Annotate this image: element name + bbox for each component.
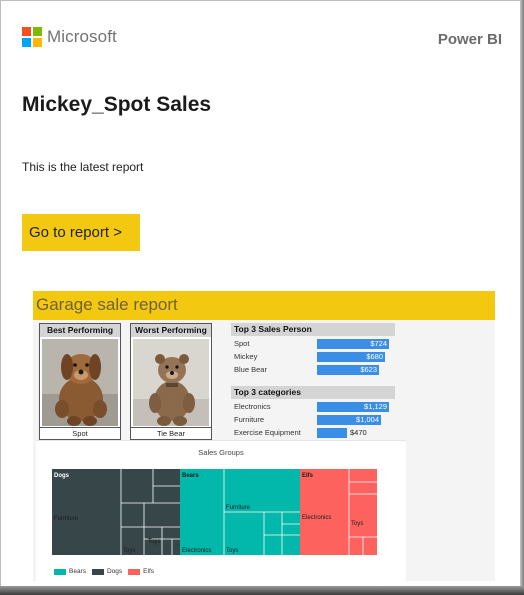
treemap-group-dogs bbox=[52, 469, 180, 555]
treemap-legend: Bears Dogs Elfs bbox=[54, 568, 154, 575]
teddy-bear-photo bbox=[133, 339, 209, 426]
treemap-label-dogs-toys-2: Toys bbox=[148, 539, 160, 545]
treemap-label-bears-toys: Toys bbox=[226, 548, 238, 554]
sales-person-label: Mickey bbox=[234, 352, 258, 361]
legend-swatch bbox=[91, 568, 104, 575]
worst-performing-card: Worst Performing Tie Bear bbox=[130, 323, 212, 440]
treemap-label-dogs: Dogs bbox=[54, 473, 70, 479]
report-title: Garage sale report bbox=[36, 295, 178, 314]
sales-person-row: Mickey $680 bbox=[231, 351, 395, 363]
treemap-label-bears: Bears bbox=[182, 473, 199, 479]
top-categories-chart: Top 3 categories Electronics $1,129 Furnit… bbox=[231, 386, 395, 438]
legend-item-elfs: Elfs bbox=[128, 568, 154, 575]
treemap-label-elfs: Elfs bbox=[302, 473, 314, 479]
legend-label: Bears bbox=[69, 568, 86, 575]
window-edge bbox=[0, 586, 524, 595]
product-name: Power BI bbox=[437, 31, 502, 48]
legend-swatch bbox=[54, 568, 66, 575]
category-label: Electronics bbox=[234, 402, 271, 411]
email-body-text: This is the latest report bbox=[22, 160, 144, 174]
category-value-label: $470 bbox=[350, 428, 367, 437]
window-edge bbox=[520, 0, 524, 595]
category-bar bbox=[317, 428, 347, 438]
category-label: Exercise Equipment bbox=[234, 428, 301, 437]
microsoft-logo: Microsoft bbox=[22, 27, 117, 47]
best-performing-name: Spot bbox=[40, 427, 120, 439]
legend-label: Dogs bbox=[106, 568, 123, 575]
brand-name: Microsoft bbox=[47, 27, 117, 46]
top-sales-person-chart: Top 3 Sales Person Spot $724 Mickey $680 Blu… bbox=[231, 323, 395, 375]
sales-person-value-label: $724 bbox=[370, 339, 387, 348]
sales-person-label: Spot bbox=[234, 339, 250, 348]
best-performing-card: Best Performing Spot bbox=[39, 323, 121, 440]
email-frame: Microsoft Power BI Mickey_Spot Sales Thi… bbox=[0, 0, 521, 587]
report-snapshot[interactable]: Garage sale report Best Performing Spot … bbox=[33, 291, 495, 582]
treemap-label-dogs-furniture: Furniture bbox=[54, 516, 79, 522]
category-value-label: $1,004 bbox=[356, 415, 379, 424]
best-performing-heading: Best Performing bbox=[40, 324, 120, 337]
legend-swatch bbox=[128, 568, 141, 575]
sales-person-row: Spot $724 bbox=[231, 338, 395, 350]
teddy-dog-photo bbox=[42, 339, 118, 426]
worst-performing-name: Tie Bear bbox=[131, 427, 211, 439]
sales-person-label: Blue Bear bbox=[234, 365, 267, 374]
category-label: Furniture bbox=[234, 415, 265, 424]
sales-groups-treemap: Sales Groups Dogs Furniture Toys Toys Be… bbox=[36, 440, 406, 582]
treemap-area: Dogs Furniture Toys Toys Bears Furniture… bbox=[52, 469, 377, 555]
treemap-label-elfs-electronics: Electronics bbox=[302, 515, 331, 521]
sales-person-row: Blue Bear $623 bbox=[231, 364, 395, 376]
category-row: Electronics $1,129 bbox=[231, 401, 395, 413]
treemap-label-bears-electronics: Electronics bbox=[182, 548, 211, 554]
legend-item-dogs: Dogs bbox=[91, 568, 123, 575]
category-row: Furniture $1,004 bbox=[231, 414, 395, 426]
legend-item-bears: Bears bbox=[54, 568, 86, 575]
microsoft-squares-icon bbox=[22, 27, 42, 47]
report-canvas: Best Performing Spot Worst Performing Ti… bbox=[33, 320, 495, 582]
sales-person-value-label: $623 bbox=[360, 365, 377, 374]
treemap-title: Sales Groups bbox=[198, 448, 244, 457]
top-sales-person-heading: Top 3 Sales Person bbox=[231, 323, 395, 336]
treemap-label-bears-furniture: Furniture bbox=[226, 505, 251, 511]
report-header: Garage sale report bbox=[33, 291, 495, 320]
treemap-label-elfs-toys: Toys bbox=[351, 521, 363, 527]
sales-person-value-label: $680 bbox=[366, 352, 383, 361]
category-value-label: $1,129 bbox=[364, 402, 387, 411]
category-row: Exercise Equipment $470 bbox=[231, 427, 395, 439]
legend-label: Elfs bbox=[143, 568, 155, 575]
go-to-report-button[interactable]: Go to report > bbox=[22, 214, 140, 251]
worst-performing-heading: Worst Performing bbox=[131, 324, 211, 337]
top-categories-heading: Top 3 categories bbox=[231, 386, 395, 399]
treemap-label-dogs-toys-1: Toys bbox=[123, 548, 135, 554]
email-title: Mickey_Spot Sales bbox=[22, 93, 212, 116]
